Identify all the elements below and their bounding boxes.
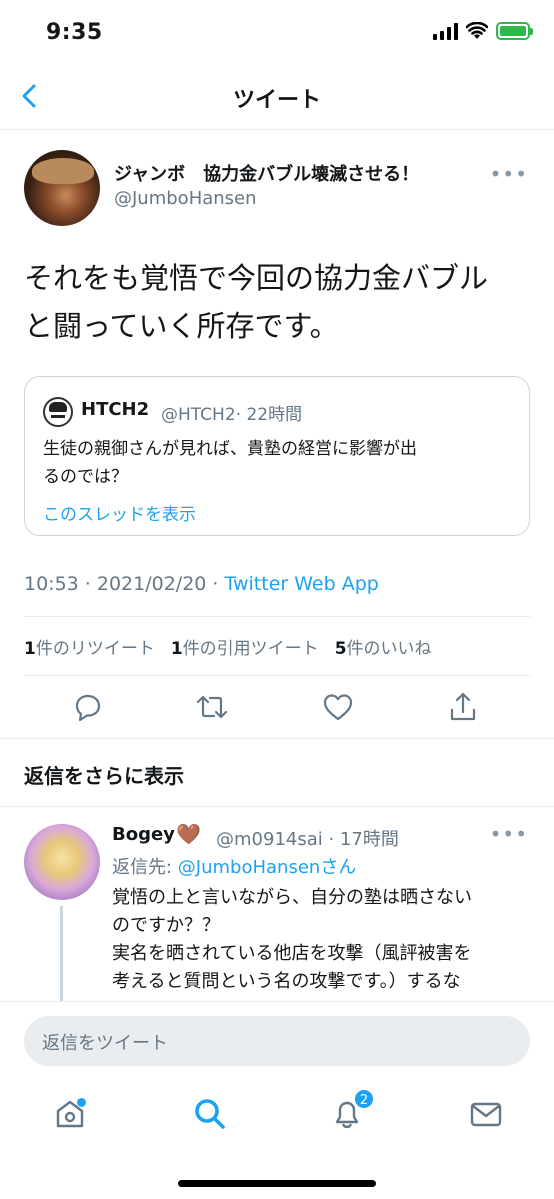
retweets-stat[interactable]: 1件のリツイート: [24, 634, 155, 659]
reply-to-user[interactable]: @JumboHansenさん: [178, 857, 357, 878]
reply-more-options-icon[interactable]: •••: [490, 822, 528, 846]
nav-bar: ツイート: [0, 64, 554, 130]
cellular-signal-icon: [433, 22, 458, 40]
bottom-bar: 返信をツイート 2: [0, 1001, 554, 1199]
tab-notifications[interactable]: 2: [327, 1088, 375, 1134]
reply-text: 覚悟の上と言いながら、自分の塾は晒さない のですか？？ 実名を晒されている他店を…: [112, 884, 532, 1000]
divider: [24, 616, 530, 617]
divider: [24, 675, 530, 676]
composer-placeholder: 返信をツイート: [42, 1033, 168, 1054]
tweet-source-app[interactable]: Twitter Web App: [225, 573, 379, 595]
reply-to-prefix: 返信先:: [112, 857, 178, 878]
quoted-tweet-card[interactable]: HTCH2 @HTCH2· 22時間 生徒の親御さんが見れば、貴塾の経営に影響が…: [24, 376, 530, 536]
quoted-handle-time: @HTCH2· 22時間: [161, 400, 302, 425]
quoted-text-line: 生徒の親御さんが見れば、貴塾の経営に影響が出: [43, 439, 417, 459]
reply-to-line: 返信先: @JumboHansenさん: [112, 853, 356, 879]
like-heart-icon[interactable]: [321, 690, 355, 724]
page-title: ツイート: [232, 88, 321, 113]
more-replies-heading[interactable]: 返信をさらに表示: [24, 760, 184, 789]
quoted-text-line: るのでは？: [43, 467, 128, 487]
author-avatar[interactable]: [24, 150, 100, 226]
status-time: 9:35: [46, 20, 103, 45]
reply-text-line: 実名を晒されている他店を攻撃（風評被害を: [112, 943, 472, 964]
quoted-text: 生徒の親御さんが見れば、貴塾の経営に影響が出 るのでは？: [43, 435, 513, 491]
tab-search[interactable]: [190, 1094, 230, 1134]
quoted-handle: @HTCH2: [161, 405, 236, 425]
retweet-icon[interactable]: [195, 690, 229, 724]
home-indicator: [178, 1180, 376, 1187]
author-display-name[interactable]: ジャンボ 協力金バブル壊滅させる！: [114, 160, 419, 186]
tweet-action-bar: [0, 684, 554, 734]
author-handle[interactable]: @JumboHansen: [114, 188, 257, 209]
tab-messages[interactable]: [466, 1094, 506, 1134]
battery-charging-icon: [496, 22, 533, 40]
notifications-badge: 2: [353, 1088, 375, 1110]
likes-stat[interactable]: 5件のいいね: [335, 634, 432, 659]
tweet-timestamp: 10:53 · 2021/02/20 · Twitter Web App: [24, 573, 379, 595]
reply-text-line: 考えると質問という名の攻撃です。）するな: [112, 971, 461, 992]
quoted-avatar: [43, 397, 73, 427]
reply-avatar[interactable]: [24, 824, 100, 900]
quoted-time: · 22時間: [235, 405, 303, 425]
reply-handle-time: @m0914sai · 17時間: [216, 829, 399, 850]
tweet-stats: 1件のリツイート 1件の引用ツイート 5件のいいね: [24, 634, 432, 659]
reply-text-line: のですか？？: [112, 915, 220, 936]
thread-line: [60, 906, 63, 1006]
wifi-icon: [466, 22, 488, 39]
quoted-name: HTCH2: [81, 399, 150, 420]
new-content-dot: [77, 1098, 86, 1107]
reply-icon[interactable]: [71, 690, 105, 724]
divider: [0, 806, 554, 807]
status-icons: [433, 22, 533, 40]
share-icon[interactable]: [446, 690, 480, 724]
show-thread-link[interactable]: このスレッドを表示: [43, 500, 196, 525]
reply-text-line: 覚悟の上と言いながら、自分の塾は晒さない: [112, 887, 472, 908]
more-options-icon[interactable]: •••: [490, 162, 528, 186]
brown-heart-emoji: 🤎: [176, 822, 201, 846]
quotes-stat[interactable]: 1件の引用ツイート: [171, 634, 319, 659]
search-icon: [195, 1099, 225, 1129]
reply-composer-input[interactable]: 返信をツイート: [24, 1016, 530, 1066]
divider: [0, 738, 554, 739]
tweet-text-line: と闘っていく所存です。: [24, 309, 339, 343]
tweet-time: 10:53 · 2021/02/20 ·: [24, 573, 225, 595]
tweet-text-line: それをも覚悟で今回の協力金バブル: [24, 261, 489, 295]
mail-icon: [470, 1102, 502, 1127]
tweet-text: それをも覚悟で今回の協力金バブル と闘っていく所存です。: [24, 254, 534, 350]
reply-author-name[interactable]: Bogey: [112, 824, 175, 845]
tab-home[interactable]: [50, 1094, 90, 1134]
